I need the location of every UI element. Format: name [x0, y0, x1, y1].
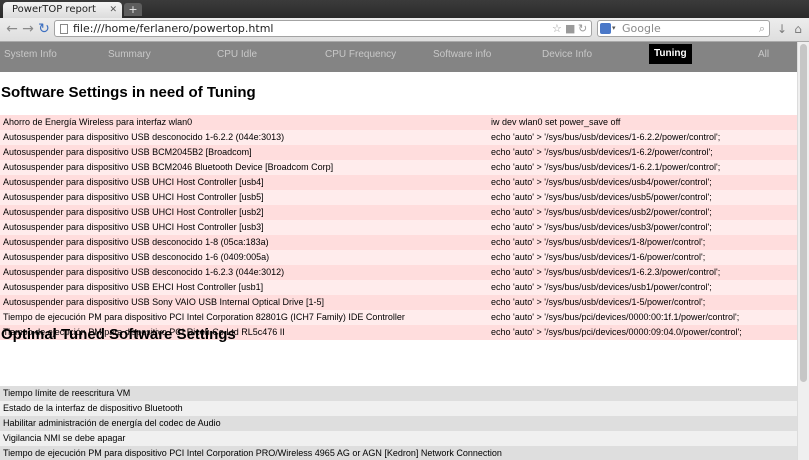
optimal-row: Tiempo límite de reescritura VM — [0, 386, 797, 401]
scrollbar-thumb[interactable] — [800, 44, 807, 382]
tuning-row-description: Autosuspender para dispositivo USB desco… — [3, 267, 285, 277]
tuning-row-description: Autosuspender para dispositivo USB desco… — [3, 252, 270, 262]
tuning-row-command: echo 'auto' > '/sys/bus/pci/devices/0000… — [491, 312, 740, 322]
tuning-row: Autosuspender para dispositivo USB EHCI … — [0, 280, 797, 295]
new-tab-button[interactable]: + — [124, 3, 142, 16]
chevron-down-icon[interactable]: ▾ — [612, 21, 616, 36]
optimal-row-description: Vigilancia NMI se debe apagar — [3, 433, 126, 443]
tuning-row: Autosuspender para dispositivo USB desco… — [0, 235, 797, 250]
tuning-row: Autosuspender para dispositivo USB UHCI … — [0, 205, 797, 220]
tuning-row-command: echo 'auto' > '/sys/bus/usb/devices/1-5/… — [491, 297, 706, 307]
tuning-row-command: echo 'auto' > '/sys/bus/usb/devices/usb2… — [491, 207, 712, 217]
tuning-row-command: echo 'auto' > '/sys/bus/usb/devices/usb4… — [491, 177, 712, 187]
browser-toolbar: ← → ↻ file:///home/ferlanero/powertop.ht… — [0, 18, 809, 42]
url-text[interactable]: file:///home/ferlanero/powertop.html — [73, 21, 273, 36]
tuning-row-description: Autosuspender para dispositivo USB desco… — [3, 132, 285, 142]
bookmark-star-icon[interactable]: ☆ — [552, 21, 562, 36]
tuning-row-description: Tiempo de ejecución PM para dispositivo … — [3, 312, 405, 322]
tuning-row: Autosuspender para dispositivo USB UHCI … — [0, 190, 797, 205]
tuning-row-description: Autosuspender para dispositivo USB UHCI … — [3, 192, 264, 202]
tuning-row: Ahorro de Energía Wireless para interfaz… — [0, 115, 797, 130]
tuning-row-description: Autosuspender para dispositivo USB desco… — [3, 237, 269, 247]
optimal-row: Habilitar administración de energía del … — [0, 416, 797, 431]
tuning-row: Autosuspender para dispositivo USB UHCI … — [0, 220, 797, 235]
tuning-row-command: echo 'auto' > '/sys/bus/usb/devices/usb5… — [491, 192, 712, 202]
nav-software-info[interactable]: Software info — [433, 46, 491, 64]
tuning-row: Autosuspender para dispositivo USB desco… — [0, 250, 797, 265]
refresh-icon[interactable]: ↻ — [578, 21, 587, 36]
home-icon[interactable]: ⌂ — [791, 20, 805, 38]
tuning-row-command: echo 'auto' > '/sys/bus/usb/devices/1-6.… — [491, 267, 721, 277]
tuning-row-command: echo 'auto' > '/sys/bus/usb/devices/1-6.… — [491, 147, 713, 157]
optimal-row: Estado de la interfaz de dispositivo Blu… — [0, 401, 797, 416]
vertical-scrollbar[interactable] — [797, 42, 809, 460]
nav-tuning[interactable]: Tuning — [649, 44, 692, 64]
nav-system-info[interactable]: System Info — [4, 46, 57, 64]
tuning-row-description: Autosuspender para dispositivo USB BCM20… — [3, 147, 252, 157]
tuning-row-command: echo 'auto' > '/sys/bus/usb/devices/1-6.… — [491, 162, 721, 172]
tuning-row-command: echo 'auto' > '/sys/bus/usb/devices/usb1… — [491, 282, 712, 292]
optimal-row: Vigilancia NMI se debe apagar — [0, 431, 797, 446]
page-icon — [60, 24, 68, 34]
optimal-row-description: Habilitar administración de energía del … — [3, 418, 221, 428]
tuning-row-description: Autosuspender para dispositivo USB EHCI … — [3, 282, 264, 292]
tuning-row: Autosuspender para dispositivo USB BCM20… — [0, 145, 797, 160]
nav-cpu-frequency[interactable]: CPU Frequency — [325, 46, 396, 64]
tuning-row-command: echo 'auto' > '/sys/bus/pci/devices/0000… — [491, 327, 742, 337]
reload-icon[interactable]: ↻ — [36, 20, 52, 38]
tuning-row: Autosuspender para dispositivo USB UHCI … — [0, 175, 797, 190]
browser-tab[interactable]: PowerTOP report ✕ — [3, 2, 122, 18]
tuning-section-title: Software Settings in need of Tuning — [1, 84, 256, 101]
nav-device-info[interactable]: Device Info — [542, 46, 592, 64]
tab-title: PowerTOP report — [12, 4, 96, 15]
nav-cpu-idle[interactable]: CPU Idle — [217, 46, 257, 64]
tuning-row-description: Ahorro de Energía Wireless para interfaz… — [3, 117, 193, 127]
tuning-row-command: echo 'auto' > '/sys/bus/usb/devices/1-6.… — [491, 132, 721, 142]
tuning-row-description: Autosuspender para dispositivo USB UHCI … — [3, 222, 264, 232]
nav-summary[interactable]: Summary — [108, 46, 151, 64]
page-viewport: System Info Summary CPU Idle CPU Frequen… — [0, 42, 797, 460]
tuning-row-command: iw dev wlan0 set power_save off — [491, 117, 621, 127]
optimal-section-title: Optimal Tuned Software Settings — [1, 326, 236, 343]
optimal-row: Tiempo de ejecución PM para dispositivo … — [0, 446, 797, 460]
tuning-row-command: echo 'auto' > '/sys/bus/usb/devices/usb3… — [491, 222, 712, 232]
tuning-row: Autosuspender para dispositivo USB desco… — [0, 265, 797, 280]
tuning-row-command: echo 'auto' > '/sys/bus/usb/devices/1-6/… — [491, 252, 706, 262]
search-icon[interactable]: ⌕ — [759, 21, 765, 36]
browser-tab-strip: PowerTOP report ✕ + — [0, 0, 809, 18]
tuning-row-description: Autosuspender para dispositivo USB Sony … — [3, 297, 324, 307]
powertop-nav: System Info Summary CPU Idle CPU Frequen… — [0, 42, 797, 72]
tuning-row: Autosuspender para dispositivo USB BCM20… — [0, 160, 797, 175]
tuning-row: Autosuspender para dispositivo USB Sony … — [0, 295, 797, 310]
tab-close-icon[interactable]: ✕ — [109, 2, 117, 18]
tuning-row-description: Autosuspender para dispositivo USB UHCI … — [3, 177, 264, 187]
nav-all[interactable]: All — [758, 46, 769, 64]
forward-arrow-icon[interactable]: → — [20, 20, 36, 38]
tuning-row-description: Autosuspender para dispositivo USB UHCI … — [3, 207, 264, 217]
optimal-row-description: Tiempo límite de reescritura VM — [3, 388, 131, 398]
tuning-row-command: echo 'auto' > '/sys/bus/usb/devices/1-8/… — [491, 237, 706, 247]
stop-icon[interactable]: ■ — [565, 21, 575, 36]
google-engine-icon[interactable] — [600, 23, 611, 34]
tuning-row: Tiempo de ejecución PM para dispositivo … — [0, 310, 797, 325]
tuning-row-description: Autosuspender para dispositivo USB BCM20… — [3, 162, 334, 172]
tuning-row: Autosuspender para dispositivo USB desco… — [0, 130, 797, 145]
download-icon[interactable]: ↓ — [775, 20, 789, 38]
optimal-row-description: Tiempo de ejecución PM para dispositivo … — [3, 448, 502, 458]
address-bar[interactable]: file:///home/ferlanero/powertop.html ☆ ■… — [54, 20, 592, 37]
back-arrow-icon[interactable]: ← — [4, 20, 20, 38]
search-input[interactable]: Google — [622, 21, 661, 36]
search-box[interactable]: ▾ Google ⌕ — [597, 20, 770, 37]
optimal-row-description: Estado de la interfaz de dispositivo Blu… — [3, 403, 183, 413]
